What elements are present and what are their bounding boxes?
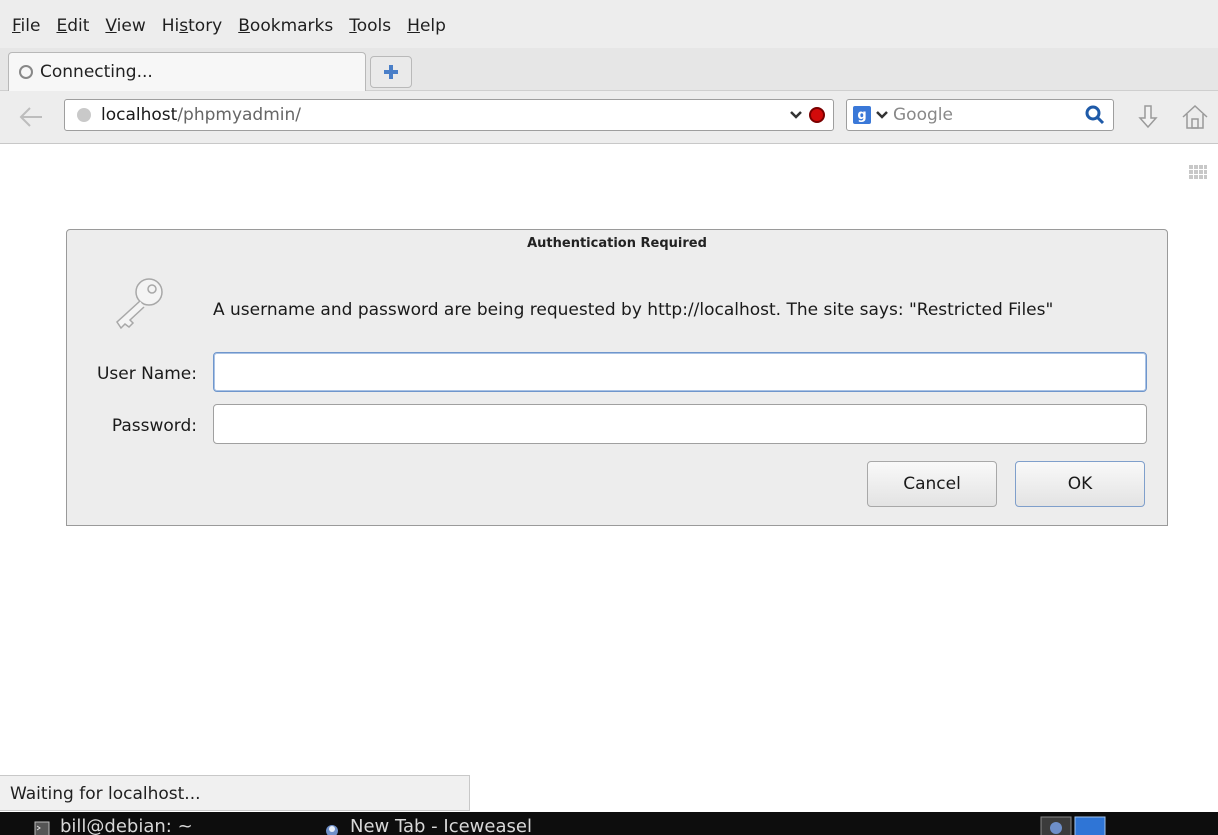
menu-edit-label: dit [67, 16, 90, 36]
ok-button[interactable]: OK [1015, 461, 1145, 507]
apps-grid-icon[interactable] [1188, 164, 1208, 184]
search-placeholder: Google [893, 105, 953, 125]
menu-history-pre: Hi [161, 16, 180, 36]
menu-bookmarks-accel: B [238, 16, 250, 36]
cancel-button[interactable]: Cancel [867, 461, 997, 507]
menu-help-accel: H [407, 16, 420, 36]
navigation-bar: localhost/phpmyadmin/ g Google [0, 91, 1218, 144]
download-arrow-icon[interactable] [1134, 103, 1162, 131]
task-iceweasel[interactable]: New Tab - Iceweasel [324, 812, 532, 835]
search-bar[interactable]: g Google [846, 99, 1114, 131]
url-bar-controls [789, 107, 833, 123]
menu-tools-accel: T [349, 16, 357, 36]
menu-file-label: ile [20, 16, 41, 36]
iceweasel-icon [326, 825, 338, 835]
new-tab-button[interactable] [370, 56, 412, 88]
back-button[interactable] [16, 103, 46, 131]
menu-edit[interactable]: Edit [48, 0, 97, 36]
menu-bar: File Edit View History Bookmarks Tools H… [0, 0, 1218, 48]
url-path: /phpmyadmin/ [177, 105, 302, 125]
workspace-2-icon[interactable] [1074, 816, 1106, 835]
menu-tools[interactable]: Tools [341, 0, 399, 36]
task-terminal[interactable]: bill@debian: ~ [34, 812, 193, 835]
menu-history-label: tory [188, 16, 223, 36]
menu-help[interactable]: Help [399, 0, 454, 36]
search-engine-dropdown-icon[interactable] [875, 110, 889, 120]
url-history-dropdown-icon[interactable] [789, 110, 803, 120]
tab-title: Connecting... [40, 62, 153, 82]
home-icon[interactable] [1180, 103, 1210, 131]
menu-bookmarks[interactable]: Bookmarks [230, 0, 341, 36]
url-host: localhost [101, 105, 178, 125]
menu-bookmarks-label: ookmarks [249, 16, 334, 36]
menu-file[interactable]: File [0, 0, 48, 36]
plus-icon [384, 65, 398, 79]
username-field[interactable] [213, 352, 1147, 392]
loading-spinner-icon [19, 65, 33, 79]
menu-file-accel: F [12, 16, 21, 36]
back-arrow-icon [19, 107, 42, 127]
menu-help-label: elp [419, 16, 446, 36]
key-icon [116, 278, 163, 330]
status-panel: Waiting for localhost... [0, 775, 470, 811]
tab-active[interactable]: Connecting... [8, 52, 366, 91]
menu-tools-label: ools [356, 16, 392, 36]
auth-dialog: Authentication Required A username and p… [66, 229, 1168, 526]
taskbar: bill@debian: ~ New Tab - Iceweasel [0, 812, 1218, 835]
search-icon[interactable] [1085, 105, 1105, 125]
menu-view-accel: V [105, 16, 117, 36]
password-label: Password: [111, 416, 197, 436]
username-label: User Name: [96, 364, 197, 384]
terminal-icon [34, 821, 50, 835]
menu-history[interactable]: History [154, 0, 231, 36]
menu-view[interactable]: View [97, 0, 153, 36]
google-engine-icon[interactable]: g [853, 106, 871, 124]
dialog-title: Authentication Required [527, 236, 707, 251]
menu-view-label: iew [116, 16, 146, 36]
menu-history-accel: s [179, 16, 189, 36]
task-iceweasel-title: New Tab - Iceweasel [350, 816, 532, 835]
workspace-1-icon[interactable] [1040, 816, 1072, 835]
dialog-message: A username and password are being reques… [213, 300, 1054, 320]
task-terminal-title: bill@debian: ~ [60, 816, 193, 835]
url-bar[interactable]: localhost/phpmyadmin/ [64, 99, 834, 131]
stop-icon[interactable] [809, 107, 825, 123]
site-identity-icon [77, 108, 91, 122]
menu-edit-accel: E [56, 16, 68, 36]
tab-strip: Connecting... [0, 48, 1218, 91]
password-field[interactable] [213, 404, 1147, 444]
